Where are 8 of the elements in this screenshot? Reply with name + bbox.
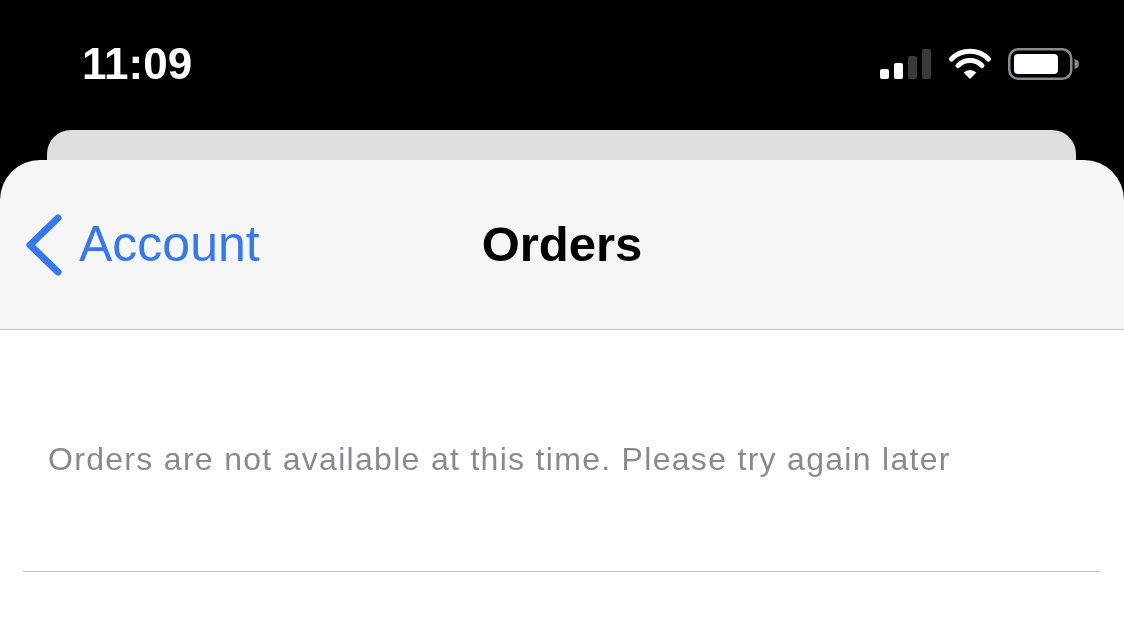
status-time: 11:09 (82, 42, 193, 86)
signal-icon (880, 49, 932, 79)
nav-title: Orders (481, 217, 643, 272)
chevron-left-icon (25, 213, 63, 276)
empty-state-message: Orders are not available at this time. Please try again later (48, 440, 952, 479)
back-button[interactable]: Account (0, 213, 260, 276)
wifi-icon (948, 48, 992, 80)
battery-icon (1008, 48, 1080, 80)
